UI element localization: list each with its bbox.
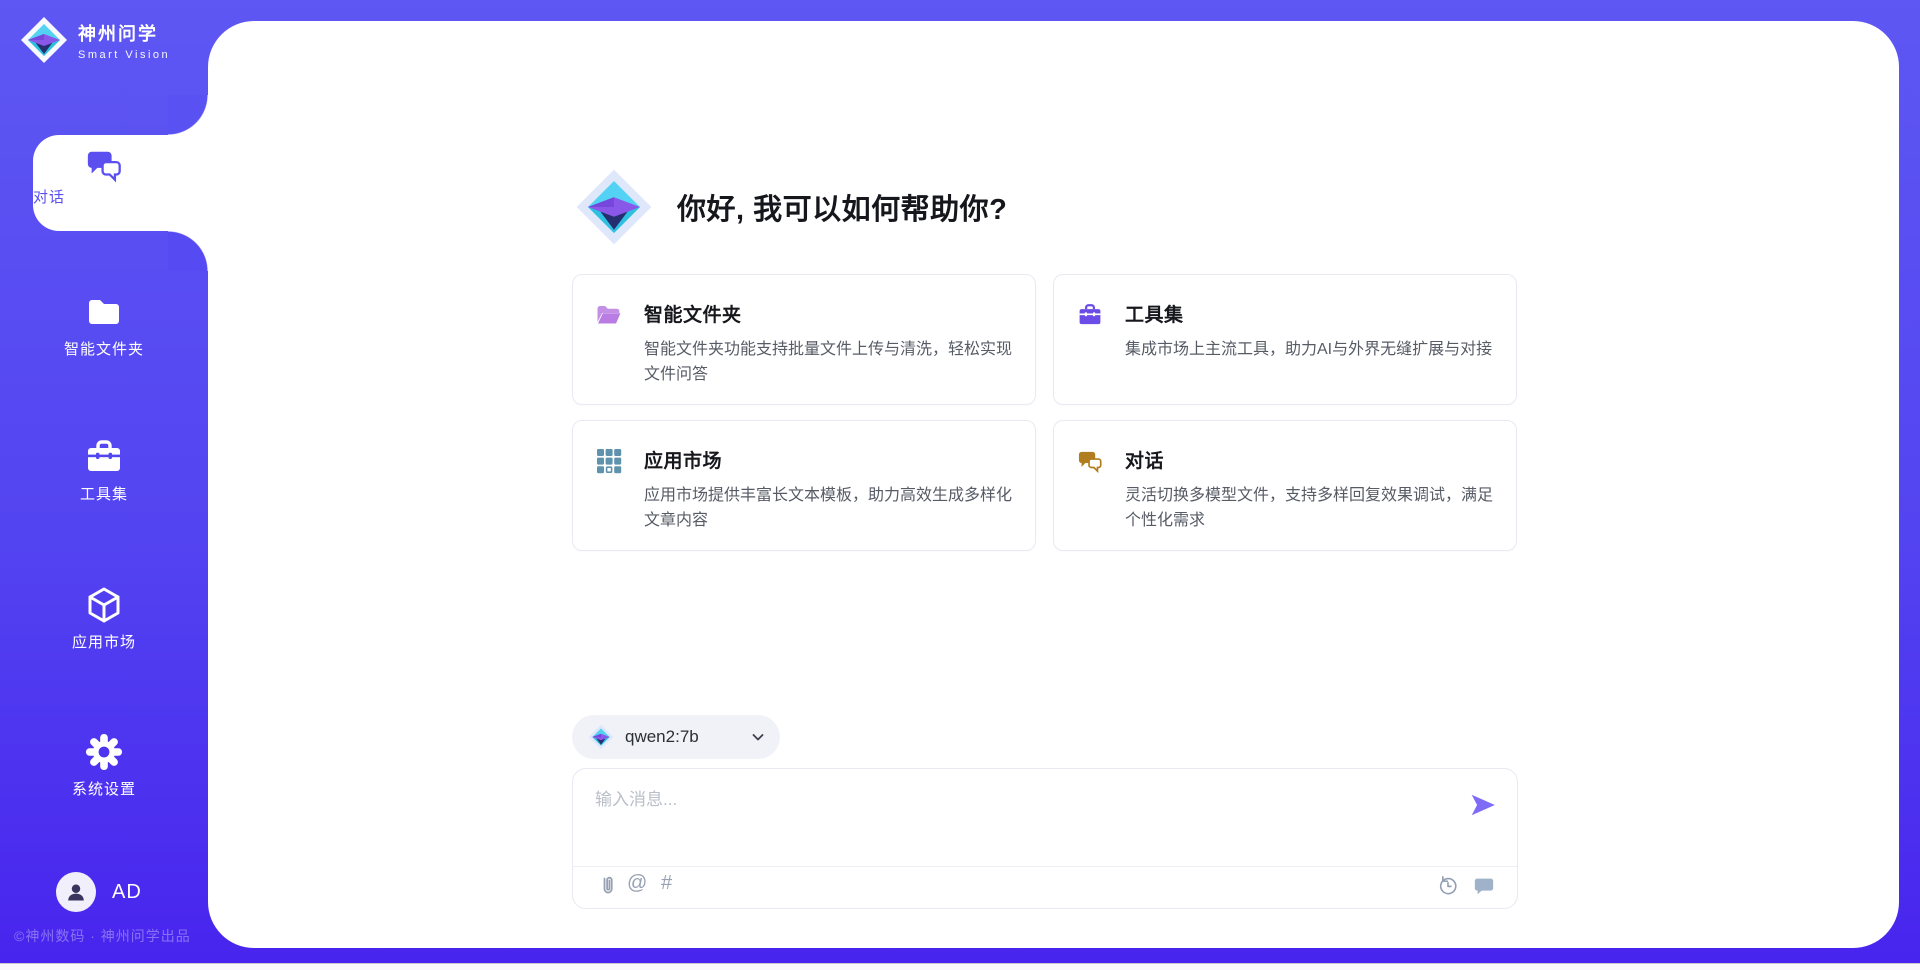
- person-icon: [63, 879, 89, 905]
- sidebar-item-label: 工具集: [0, 483, 208, 504]
- cube-icon: [84, 585, 124, 625]
- hash-icon: #: [661, 872, 672, 894]
- greeting: 你好, 我可以如何帮助你?: [575, 168, 1007, 246]
- gear-icon: [84, 732, 124, 772]
- user-account[interactable]: AD: [56, 872, 142, 912]
- composer: @ #: [572, 768, 1518, 909]
- card-description: 灵活切换多模型文件，支持多样回复效果调试，满足个性化需求: [1125, 483, 1499, 533]
- avatar: [56, 872, 96, 912]
- card-description: 集成市场上主流工具，助力AI与外界无缝扩展与对接: [1125, 337, 1499, 362]
- history-button[interactable]: [1437, 875, 1459, 897]
- folder-open-icon: [596, 302, 622, 328]
- sidebar-item-label: 应用市场: [0, 631, 208, 652]
- feature-cards: 智能文件夹 智能文件夹功能支持批量文件上传与清洗，轻松实现文件问答 工具集 集成…: [572, 274, 1524, 551]
- composer-divider: [573, 866, 1517, 867]
- sidebar-item-chat[interactable]: 对话: [33, 135, 208, 231]
- brand-subtitle: Smart Vision: [78, 49, 170, 61]
- copyright-text: ©神州数码 · 神州问学出品: [14, 926, 191, 946]
- model-gem-icon: [588, 724, 614, 750]
- brand-name: 神州问学: [78, 20, 170, 46]
- card-toolbox[interactable]: 工具集 集成市场上主流工具，助力AI与外界无缝扩展与对接: [1053, 274, 1517, 405]
- attach-button[interactable]: [597, 875, 617, 899]
- history-icon: [1437, 875, 1459, 897]
- brand-gem-icon: [20, 16, 68, 64]
- greeting-gem-icon: [575, 168, 653, 246]
- app-grid-icon: [596, 448, 622, 474]
- card-title: 智能文件夹: [644, 300, 1011, 327]
- toolbox-icon: [84, 437, 124, 477]
- folder-icon: [84, 292, 124, 332]
- mention-button[interactable]: @: [627, 872, 647, 895]
- sidebar-item-label: 智能文件夹: [0, 338, 208, 359]
- greeting-title: 你好, 我可以如何帮助你?: [677, 186, 1007, 228]
- sidebar: 神州问学 Smart Vision 对话 智能文件夹 工具集: [0, 0, 208, 963]
- chat-bubbles-icon: [85, 146, 123, 184]
- at-icon: @: [627, 872, 647, 894]
- card-title: 对话: [1125, 446, 1492, 473]
- paperclip-icon: [597, 875, 617, 899]
- main-panel: 你好, 我可以如何帮助你? 智能文件夹 智能文件夹功能支持批量文件上传与清洗，轻…: [208, 21, 1899, 948]
- toolbox-icon: [1077, 302, 1103, 328]
- message-input[interactable]: [595, 785, 1435, 843]
- card-description: 智能文件夹功能支持批量文件上传与清洗，轻松实现文件问答: [644, 337, 1018, 387]
- model-name: qwen2:7b: [625, 727, 739, 747]
- sidebar-item-label: 对话: [33, 186, 175, 207]
- chat-mode-button[interactable]: [1473, 875, 1495, 897]
- sidebar-item-smart-folder[interactable]: 智能文件夹: [0, 292, 208, 359]
- card-app-market[interactable]: 应用市场 应用市场提供丰富长文本模板，助力高效生成多样化文章内容: [572, 420, 1036, 551]
- card-smart-folder[interactable]: 智能文件夹 智能文件夹功能支持批量文件上传与清洗，轻松实现文件问答: [572, 274, 1036, 405]
- hashtag-button[interactable]: #: [661, 872, 672, 895]
- model-selector[interactable]: qwen2:7b: [572, 715, 780, 759]
- send-button[interactable]: [1469, 791, 1497, 819]
- card-title: 应用市场: [644, 446, 1011, 473]
- active-tab-fillet-bottom: [168, 231, 208, 271]
- brand-logo: 神州问学 Smart Vision: [20, 16, 170, 64]
- card-chat[interactable]: 对话 灵活切换多模型文件，支持多样回复效果调试，满足个性化需求: [1053, 420, 1517, 551]
- active-tab-fillet-top: [168, 95, 208, 135]
- send-icon: [1469, 791, 1497, 819]
- chat-bubbles-icon: [1077, 448, 1103, 474]
- chevron-down-icon: [750, 729, 766, 745]
- bottom-strip: [0, 963, 1920, 970]
- sidebar-item-label: 系统设置: [0, 778, 208, 799]
- sidebar-item-app-market[interactable]: 应用市场: [0, 585, 208, 652]
- card-description: 应用市场提供丰富长文本模板，助力高效生成多样化文章内容: [644, 483, 1018, 533]
- card-title: 工具集: [1125, 300, 1492, 327]
- sidebar-item-toolbox[interactable]: 工具集: [0, 437, 208, 504]
- sidebar-item-settings[interactable]: 系统设置: [0, 732, 208, 799]
- chat-bubble-icon: [1473, 875, 1495, 897]
- user-initials: AD: [112, 881, 142, 904]
